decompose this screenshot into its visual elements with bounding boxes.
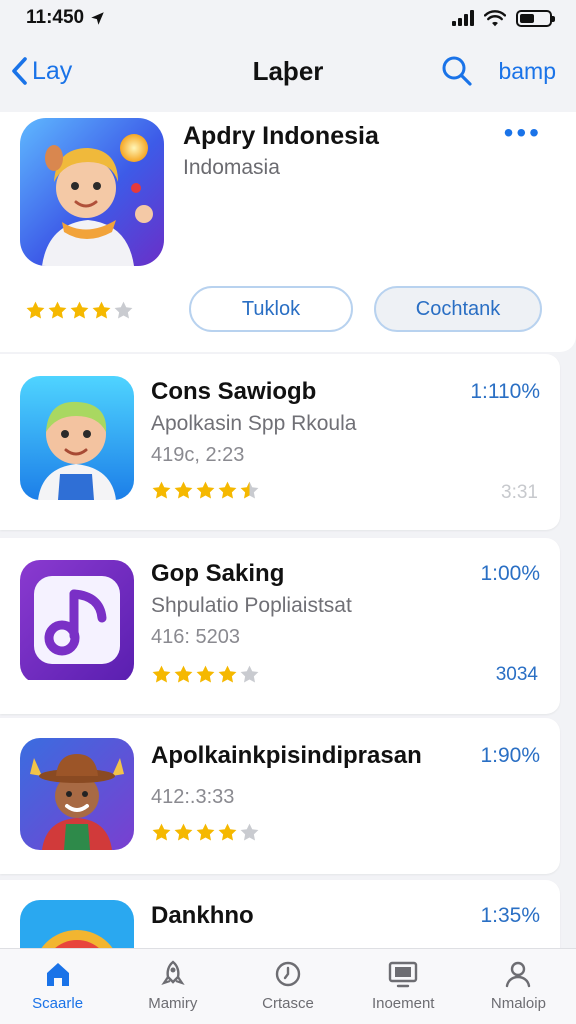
- tab-bar: Scaarle Mamiry Crtasce Inoement Nmaloip: [0, 948, 576, 1024]
- star-icon: [195, 664, 216, 685]
- app-percent: 1:00%: [480, 562, 540, 585]
- featured-app: Apdry Indonesia Indomasia ••• Tuklok Coc…: [0, 112, 576, 352]
- featured-rating: [25, 300, 135, 321]
- tab-label: Scaarle: [32, 995, 84, 1012]
- app-icon: [20, 560, 134, 684]
- star-icon: [217, 480, 238, 501]
- app-count: 3:31: [501, 482, 538, 503]
- star-icon: [69, 300, 90, 321]
- tab-label: Crtasce: [262, 995, 314, 1012]
- star-icon: [151, 664, 172, 685]
- tab-label: Mamiry: [148, 995, 198, 1012]
- tab-home[interactable]: Scaarle: [0, 949, 115, 1024]
- star-icon: [239, 822, 260, 843]
- star-icon: [91, 300, 112, 321]
- star-icon: [151, 822, 172, 843]
- tab-arcade[interactable]: Inoement: [346, 949, 461, 1024]
- star-icon: [195, 480, 216, 501]
- tab-label: Nmaloip: [490, 995, 546, 1012]
- search-icon[interactable]: [440, 54, 474, 88]
- app-meta: 419c, 2:23: [151, 444, 245, 466]
- star-icon: [113, 300, 134, 321]
- status-time: 11:450: [26, 7, 85, 28]
- app-icon: [20, 376, 134, 500]
- tab-profile[interactable]: Nmaloip: [461, 949, 576, 1024]
- featured-app-title: Apdry Indonesia: [183, 122, 379, 150]
- star-icon: [217, 822, 238, 843]
- star-icon: [25, 300, 46, 321]
- status-bar: 11:450: [0, 0, 576, 36]
- back-label: Lay: [32, 56, 73, 85]
- featured-app-subtitle: Indomasia: [183, 156, 280, 179]
- app-list-item[interactable]: Cons Sawiogb Apolkasin Spp Rkoula 419c, …: [0, 354, 560, 530]
- app-subtitle: Apolkasin Spp Rkoula: [151, 412, 357, 435]
- app-list-item[interactable]: Apolkainkpisindiprasan 412:.3:33 1:90%: [0, 718, 560, 874]
- app-percent: 1:35%: [480, 904, 540, 927]
- star-icon: [195, 822, 216, 843]
- cellular-signal-icon: [452, 10, 474, 26]
- battery-icon: [516, 9, 555, 27]
- primary-action-button[interactable]: Tuklok: [189, 286, 353, 332]
- app-percent: 1:110%: [470, 380, 540, 403]
- star-icon: [47, 300, 68, 321]
- star-icon: [239, 664, 260, 685]
- app-title: Apolkainkpisindiprasan: [151, 742, 422, 769]
- app-icon: [20, 738, 134, 850]
- tab-label: Inoement: [371, 995, 435, 1012]
- star-icon: [173, 664, 194, 685]
- navigation-bar: Lay Laþer bamp: [0, 44, 576, 98]
- app-percent: 1:90%: [480, 744, 540, 767]
- profile-icon: [506, 961, 531, 988]
- more-options-icon[interactable]: •••: [504, 119, 542, 147]
- app-subtitle: Shpulatio Popliaistsat: [151, 594, 352, 617]
- featured-app-icon[interactable]: [20, 118, 164, 266]
- nav-right-button[interactable]: bamp: [498, 58, 556, 85]
- app-count: 3034: [495, 664, 538, 685]
- home-icon: [46, 963, 69, 986]
- app-title: Gop Saking: [151, 560, 285, 587]
- location-arrow-icon: [91, 11, 104, 25]
- app-meta: 412:.3:33: [151, 786, 235, 808]
- star-icon: [173, 480, 194, 501]
- app-title: Dankhno: [151, 902, 254, 929]
- app-rating: [151, 822, 261, 843]
- clock-icon: [275, 961, 301, 987]
- back-button[interactable]: Lay: [10, 56, 72, 86]
- star-icon: [239, 480, 260, 501]
- tab-apps[interactable]: Mamiry: [115, 949, 230, 1024]
- app-list-item[interactable]: Gop Saking Shpulatio Popliaistsat 416: 5…: [0, 538, 560, 714]
- star-icon: [217, 664, 238, 685]
- star-icon: [151, 480, 172, 501]
- secondary-action-button[interactable]: Cochtank: [374, 286, 542, 332]
- chevron-left-icon: [12, 57, 27, 85]
- app-rating: [151, 480, 261, 501]
- star-icon: [173, 822, 194, 843]
- app-rating: [151, 664, 261, 685]
- app-title: Cons Sawiogb: [151, 378, 317, 405]
- app-meta: 416: 5203: [151, 626, 240, 648]
- page-title: Laþer: [252, 55, 324, 86]
- tab-updates[interactable]: Crtasce: [230, 949, 345, 1024]
- wifi-icon: [484, 9, 506, 26]
- monitor-icon: [389, 961, 418, 988]
- rocket-icon: [161, 960, 185, 986]
